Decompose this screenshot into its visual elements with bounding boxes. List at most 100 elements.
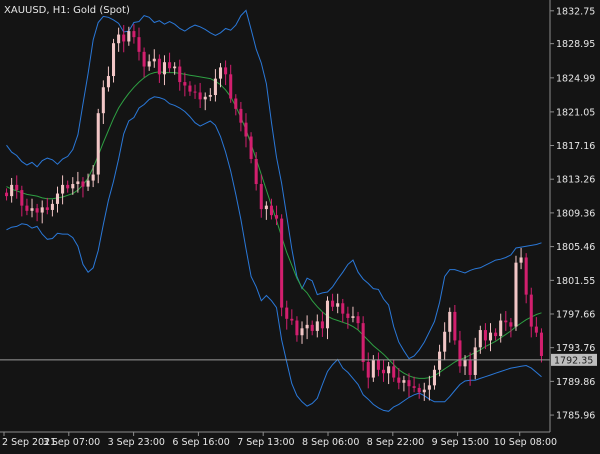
candle-body [117, 34, 121, 44]
candle-body [35, 208, 39, 213]
candle [494, 328, 498, 341]
time-tick-label: 9 Sep 15:00 [432, 437, 489, 448]
candle-body [448, 311, 452, 332]
candle-body [132, 31, 136, 38]
time-axis: 2 Sep 20213 Sep 07:00 3 Sep 23:00 6 Sep 16… [2, 432, 557, 448]
candle-body [305, 324, 309, 329]
candle [168, 52, 172, 73]
candle [300, 321, 304, 344]
price-tick-label: 1821.05 [556, 107, 595, 118]
candle-body [483, 330, 487, 341]
candle-body [71, 184, 75, 189]
candle [483, 323, 487, 350]
candle-body [382, 369, 386, 374]
candle-body [198, 92, 202, 100]
candle [40, 200, 44, 224]
candle-body [183, 82, 187, 86]
candle-body [137, 37, 141, 52]
candle-body [157, 58, 161, 75]
candle [20, 185, 24, 217]
candle-body [40, 207, 44, 213]
candle-body [61, 184, 65, 194]
candle-body [412, 386, 416, 388]
candle [61, 175, 65, 205]
candle-body [534, 326, 538, 333]
candle [488, 323, 493, 352]
chart-window[interactable]: 1832.75 1828.95 1824.99 1821.05 1817.16 1813.… [0, 0, 600, 450]
candle-body [371, 359, 375, 378]
price-tick-label: 1824.99 [556, 73, 595, 84]
candle-body [366, 362, 370, 378]
candle-body [453, 311, 457, 341]
candle [264, 201, 268, 220]
candle [524, 253, 528, 304]
candle [514, 255, 518, 331]
candle-body [519, 257, 523, 263]
candle-body [30, 208, 34, 211]
price-tick-label: 1809.36 [556, 208, 595, 219]
candle-body [417, 387, 421, 393]
candle-body [55, 193, 60, 204]
price-tick-label: 1785.96 [556, 411, 595, 422]
candle-body [473, 347, 477, 375]
candle [443, 322, 447, 361]
candle [351, 306, 355, 323]
candle [473, 337, 477, 380]
candle [157, 54, 161, 83]
candle-body [346, 313, 350, 318]
candle-body [76, 181, 80, 185]
candle [229, 64, 233, 103]
candle-body [25, 205, 29, 211]
candle-body [392, 366, 396, 378]
candle [397, 368, 401, 390]
candle-body [422, 389, 426, 393]
candle-body [468, 359, 472, 375]
candle [193, 84, 197, 99]
candle-body [244, 122, 248, 137]
candle [407, 373, 411, 398]
candle [346, 306, 350, 329]
candle [101, 80, 105, 124]
candle [341, 298, 345, 323]
candle [331, 293, 335, 312]
candle [224, 60, 228, 86]
candle-body [509, 322, 513, 327]
candle [422, 382, 426, 401]
candle-body [50, 203, 54, 210]
candle [295, 316, 299, 342]
candle [356, 311, 360, 330]
candle-body [320, 321, 324, 329]
candle [448, 307, 452, 343]
candle-body [224, 67, 228, 75]
candle [239, 101, 243, 132]
candle-body [91, 174, 95, 181]
price-tick-label: 1801.55 [556, 276, 595, 287]
candle [325, 296, 330, 340]
candle-body [524, 257, 528, 295]
candle-body [254, 158, 258, 185]
candle [122, 25, 126, 53]
candle [208, 88, 212, 102]
candle [234, 94, 238, 116]
price-tick-label: 1797.66 [556, 309, 595, 320]
candle [387, 362, 391, 385]
candle [315, 314, 319, 338]
candle [50, 199, 54, 217]
candle-body [127, 31, 131, 42]
candle-body [295, 320, 299, 336]
candle-body [168, 62, 172, 69]
candle [198, 82, 202, 108]
candle [45, 197, 49, 215]
candle-body [15, 184, 19, 191]
candle-body [315, 321, 319, 331]
candlestick-chart[interactable]: 1832.75 1828.95 1824.99 1821.05 1817.16 1813.… [0, 0, 600, 450]
candle [254, 152, 258, 191]
candle-body [142, 51, 146, 67]
candle [453, 304, 457, 345]
candle [539, 328, 543, 363]
price-tag-label: 1792.35 [554, 355, 593, 366]
time-tick-label: 7 Sep 13:00 [237, 437, 294, 448]
candle-body [147, 61, 151, 67]
candle-body [106, 76, 110, 88]
candle [285, 300, 289, 330]
